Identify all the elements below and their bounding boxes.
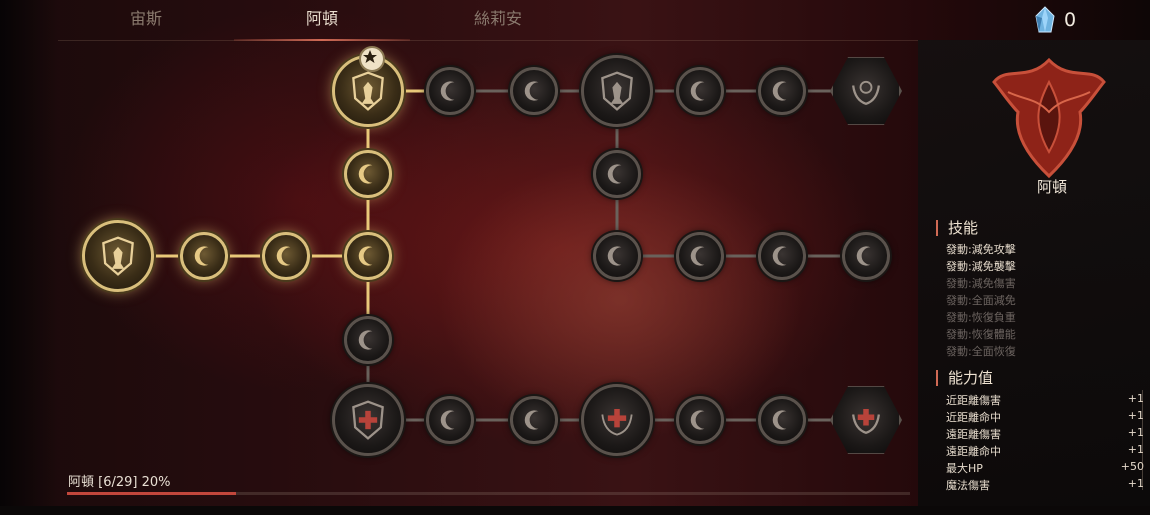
skill-node-minor[interactable] (758, 67, 806, 115)
cross-shield-icon (352, 400, 384, 440)
laurel-icon (852, 80, 880, 106)
skill-item: 發動:減免攻擊 (946, 243, 1016, 256)
cross-shield-icon (601, 409, 633, 436)
skill-node-minor[interactable] (758, 232, 806, 280)
shield-warrior-icon (601, 71, 633, 111)
progress-fill (67, 492, 236, 495)
god-name: 阿頓 (1036, 178, 1067, 196)
stat-value: +1 (1127, 443, 1144, 456)
skill-node-minor[interactable] (510, 396, 558, 444)
stat-value: +1 (1127, 426, 1144, 439)
crystal-icon (1035, 6, 1055, 33)
crescent-moon-icon (194, 246, 209, 266)
skill-node-major[interactable] (581, 55, 653, 127)
skill-item: 發動:恢復體能 (946, 328, 1016, 341)
crescent-moon-icon (772, 246, 787, 266)
panel-divider (1142, 390, 1143, 490)
crescent-moon-icon (690, 246, 705, 266)
shield-warrior-icon (102, 236, 134, 276)
skill-node-minor[interactable] (344, 316, 392, 364)
skill-node-minor[interactable] (262, 232, 310, 280)
crescent-moon-icon (607, 164, 622, 184)
skill-item: 發動:全面恢復 (946, 345, 1016, 358)
skill-node-minor[interactable] (510, 67, 558, 115)
skill-node-minor[interactable] (676, 396, 724, 444)
crescent-moon-icon (524, 410, 539, 430)
stat-label: 近距離傷害 (946, 394, 1001, 407)
crescent-moon-icon (856, 246, 871, 266)
skill-item: 發動:全面減免 (946, 294, 1016, 307)
skill-item: 發動:減免襲擊 (946, 260, 1016, 273)
skill-node-minor[interactable] (676, 232, 724, 280)
skill-node-minor[interactable] (593, 232, 641, 280)
stat-value: +1 (1127, 409, 1144, 422)
stat-label: 遠距離命中 (946, 445, 1001, 458)
aton-emblem-icon (992, 57, 1106, 179)
skill-node-minor[interactable] (426, 67, 474, 115)
skill-node-minor[interactable] (344, 232, 392, 280)
stat-value: +50 (1120, 460, 1144, 473)
stat-label: 最大HP (946, 462, 983, 475)
crescent-moon-icon (772, 410, 787, 430)
skill-node-minor[interactable] (180, 232, 228, 280)
stat-value: +1 (1127, 392, 1144, 405)
crescent-moon-icon (440, 81, 455, 101)
skill-tree (0, 0, 920, 515)
skills-header: 技能 (936, 220, 978, 236)
crescent-moon-icon (524, 81, 539, 101)
skill-item: 發動:恢復負重 (946, 311, 1016, 324)
crescent-moon-icon (358, 164, 373, 184)
currency-display: 0 (1032, 6, 1092, 36)
skill-node-major[interactable] (332, 384, 404, 456)
skill-node-minor[interactable] (426, 396, 474, 444)
stats-header: 能力值 (936, 370, 993, 386)
crescent-moon-icon (276, 246, 291, 266)
crescent-moon-icon (772, 81, 787, 101)
star-icon (359, 46, 385, 72)
god-info-panel: 阿頓 技能 發動:減免攻擊 發動:減免襲擊 發動:減免傷害 發動:全面減免 發動… (918, 40, 1150, 515)
skill-node-minor[interactable] (842, 232, 890, 280)
stat-value: +1 (1127, 477, 1144, 490)
crescent-moon-icon (690, 81, 705, 101)
skill-node-minor[interactable] (758, 396, 806, 444)
crescent-moon-icon (358, 246, 373, 266)
skill-node-start[interactable] (82, 220, 154, 292)
progress-label: 阿頓 [6/29] 20% (68, 475, 171, 490)
progress-bar (67, 492, 910, 495)
crescent-moon-icon (690, 410, 705, 430)
bottom-bar (0, 506, 1150, 515)
skill-node-major[interactable] (581, 384, 653, 456)
crescent-moon-icon (607, 246, 622, 266)
skill-node-minor[interactable] (593, 150, 641, 198)
crescent-moon-icon (440, 410, 455, 430)
stat-label: 魔法傷害 (946, 479, 990, 492)
skill-node-minor[interactable] (676, 67, 724, 115)
crescent-moon-icon (358, 330, 373, 350)
stat-label: 近距離命中 (946, 411, 1001, 424)
currency-value: 0 (1064, 9, 1077, 31)
skill-tree-screen: 宙斯 阿頓 絲莉安 0 阿頓 技能 發動:減免攻擊 發動:減免襲擊 發動:減免傷… (0, 0, 1150, 515)
stat-label: 遠距離傷害 (946, 428, 1001, 441)
skill-item: 發動:減免傷害 (946, 277, 1016, 290)
skill-node-minor[interactable] (344, 150, 392, 198)
cross-shield-icon (852, 409, 880, 435)
